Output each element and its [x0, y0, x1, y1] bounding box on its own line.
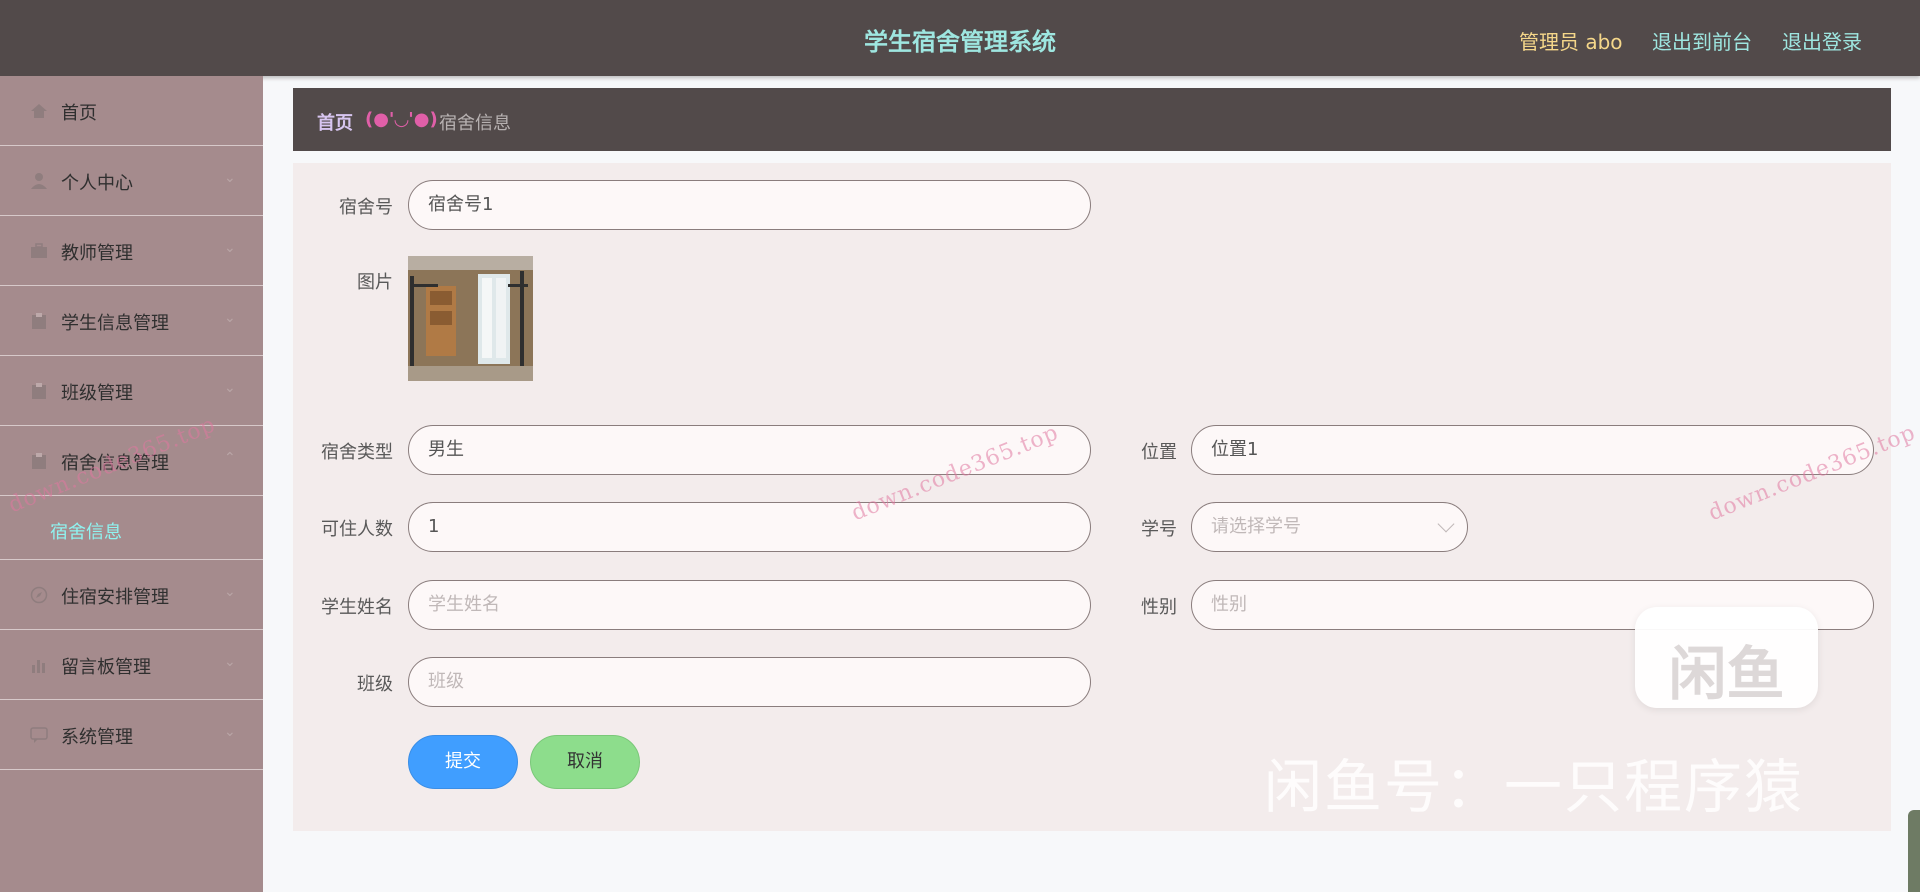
- breadcrumb-separator: (●'◡'●): [365, 109, 438, 130]
- capacity-label: 可住人数: [321, 519, 393, 540]
- sidebar-item-label: 学生信息管理: [61, 313, 169, 334]
- student-no-select[interactable]: 请选择学号: [1191, 502, 1468, 552]
- chevron-down-icon: ⌄: [224, 380, 236, 396]
- dorm-no-label: 宿舍号: [339, 197, 393, 218]
- sidebar-item-teacher-management[interactable]: 教师管理 ⌄: [0, 216, 263, 286]
- location-label: 位置: [1141, 442, 1177, 463]
- chevron-down-icon: ⌄: [224, 310, 236, 326]
- gender-label: 性别: [1141, 597, 1177, 618]
- photo-label: 图片: [357, 272, 393, 293]
- home-icon: [31, 104, 47, 118]
- class-field[interactable]: 班级: [408, 657, 1091, 707]
- chat-icon: [30, 727, 48, 743]
- chevron-down-icon: ⌄: [224, 170, 236, 186]
- chevron-down-icon: ⌄: [224, 724, 236, 740]
- sidebar-item-label: 留言板管理: [61, 657, 151, 678]
- chevron-down-icon: ⌄: [224, 654, 236, 670]
- top-header: 学生宿舍管理系统 管理员 abo 退出到前台 退出登录: [0, 0, 1920, 76]
- briefcase-icon: [31, 243, 47, 258]
- chevron-down-icon: ⌄: [224, 584, 236, 600]
- dorm-photo[interactable]: [408, 256, 533, 381]
- dorm-no-field[interactable]: 宿舍号1: [408, 180, 1091, 230]
- sidebar-item-message-board-management[interactable]: 留言板管理 ⌄: [0, 630, 263, 700]
- scrollbar[interactable]: [1908, 810, 1920, 892]
- student-no-label: 学号: [1141, 519, 1177, 540]
- app-title: 学生宿舍管理系统: [864, 28, 1056, 56]
- sidebar-item-home[interactable]: 首页: [0, 76, 263, 146]
- dorm-type-label: 宿舍类型: [321, 442, 393, 463]
- student-name-label: 学生姓名: [321, 597, 393, 618]
- user-icon: [31, 173, 47, 189]
- xianyu-logo: 闲鱼: [1635, 607, 1818, 708]
- dorm-photo-image: [408, 256, 533, 381]
- breadcrumb: 首页 (●'◡'●) 宿舍信息: [293, 88, 1891, 151]
- xianyu-logo-text: 闲鱼: [1668, 640, 1785, 708]
- sidebar-item-system-management[interactable]: 系统管理 ⌄: [0, 700, 263, 770]
- logout-link[interactable]: 退出登录: [1782, 26, 1862, 55]
- sidebar-item-label: 个人中心: [61, 173, 133, 194]
- admin-label: 管理员 abo: [1519, 30, 1623, 54]
- clipboard-icon: [32, 453, 46, 469]
- sidebar-item-accommodation-management[interactable]: 住宿安排管理 ⌄: [0, 560, 263, 630]
- seller-watermark: 闲鱼号：一只程序猿: [1264, 753, 1805, 821]
- sidebar-item-personal-center[interactable]: 个人中心 ⌄: [0, 146, 263, 216]
- breadcrumb-home-link[interactable]: 首页: [317, 109, 353, 135]
- chevron-down-icon: ⌄: [224, 240, 236, 256]
- compass-icon: [30, 586, 48, 604]
- location-field[interactable]: 位置1: [1191, 425, 1874, 475]
- capacity-field[interactable]: 1: [408, 502, 1091, 552]
- student-name-field[interactable]: 学生姓名: [408, 580, 1091, 630]
- breadcrumb-current: 宿舍信息: [439, 113, 511, 134]
- back-to-front-link[interactable]: 退出到前台: [1652, 26, 1752, 55]
- sidebar-item-label: 教师管理: [61, 243, 133, 264]
- sidebar-item-class-management[interactable]: 班级管理 ⌄: [0, 356, 263, 426]
- clipboard-icon: [32, 313, 46, 329]
- sidebar-item-label: 首页: [61, 103, 97, 124]
- submit-button[interactable]: 提交: [408, 735, 518, 789]
- clipboard-icon: [32, 383, 46, 399]
- sidebar-item-student-info-management[interactable]: 学生信息管理 ⌄: [0, 286, 263, 356]
- sidebar-item-label: 系统管理: [61, 727, 133, 748]
- sidebar-subitem-label: 宿舍信息: [50, 522, 122, 543]
- cancel-button[interactable]: 取消: [530, 735, 640, 789]
- sidebar-item-label: 班级管理: [61, 383, 133, 404]
- class-label: 班级: [357, 674, 393, 695]
- bar-chart-icon: [32, 660, 45, 673]
- sidebar-item-label: 住宿安排管理: [61, 587, 169, 608]
- chevron-up-icon: ⌃: [224, 450, 236, 466]
